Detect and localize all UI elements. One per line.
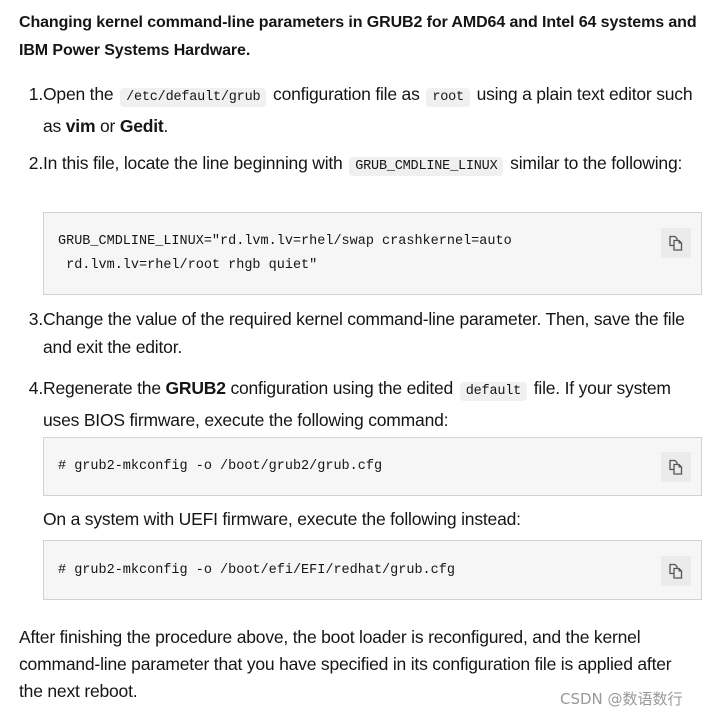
step-2: 2. In this file, locate the line beginni…	[19, 149, 699, 181]
inline-code-path: /etc/default/grub	[120, 88, 267, 107]
code-block-grub-cmdline: GRUB_CMDLINE_LINUX="rd.lvm.lv=rhel/swap …	[43, 212, 702, 295]
copy-icon	[669, 459, 683, 475]
step-text: Open the /etc/default/grub configuration…	[43, 80, 699, 140]
step-number: 2.	[28, 153, 43, 173]
step-number: 3.	[28, 309, 43, 329]
inline-code-grub-cmdline: GRUB_CMDLINE_LINUX	[349, 157, 504, 176]
step-number: 4.	[28, 378, 43, 398]
step-4: 4. Regenerate the GRUB2 configuration us…	[19, 374, 699, 434]
step-text: Change the value of the required kernel …	[43, 309, 685, 357]
text: In this file, locate the line beginning …	[43, 153, 348, 173]
step-1: 1. Open the /etc/default/grub configurat…	[19, 80, 699, 140]
text: Open the	[43, 84, 119, 104]
step-3: 3. Change the value of the required kern…	[19, 305, 699, 361]
copy-icon	[669, 563, 683, 579]
bold-vim: vim	[65, 116, 96, 136]
code-text[interactable]: # grub2-mkconfig -o /boot/efi/EFI/redhat…	[58, 559, 455, 583]
bold-grub2: GRUB2	[165, 378, 226, 398]
code-text[interactable]: GRUB_CMDLINE_LINUX="rd.lvm.lv=rhel/swap …	[58, 230, 512, 278]
code-block-uefi: # grub2-mkconfig -o /boot/efi/EFI/redhat…	[43, 540, 702, 600]
text: .	[163, 116, 169, 136]
text: Regenerate the	[43, 378, 166, 398]
text: similar to the following:	[505, 153, 683, 173]
copy-button[interactable]	[661, 452, 691, 482]
section-heading: Changing kernel command-line parameters …	[19, 14, 697, 59]
text: configuration using the edited	[225, 378, 458, 398]
inline-code-default: default	[459, 382, 528, 401]
step-text: Regenerate the GRUB2 configuration using…	[43, 374, 699, 434]
text: or	[95, 116, 120, 136]
inline-code-root: root	[426, 88, 470, 107]
copy-button[interactable]	[661, 228, 691, 258]
code-text[interactable]: # grub2-mkconfig -o /boot/grub2/grub.cfg	[58, 455, 382, 479]
copy-button[interactable]	[661, 556, 691, 586]
step-number: 1.	[28, 84, 43, 104]
bold-gedit: Gedit	[119, 116, 164, 136]
watermark: CSDN @数语数行	[560, 690, 683, 708]
step-text: In this file, locate the line beginning …	[43, 149, 699, 181]
copy-icon	[669, 235, 683, 251]
uefi-text: On a system with UEFI firmware, execute …	[43, 509, 521, 529]
text: configuration file as	[268, 84, 425, 104]
code-block-bios: # grub2-mkconfig -o /boot/grub2/grub.cfg	[43, 437, 702, 496]
